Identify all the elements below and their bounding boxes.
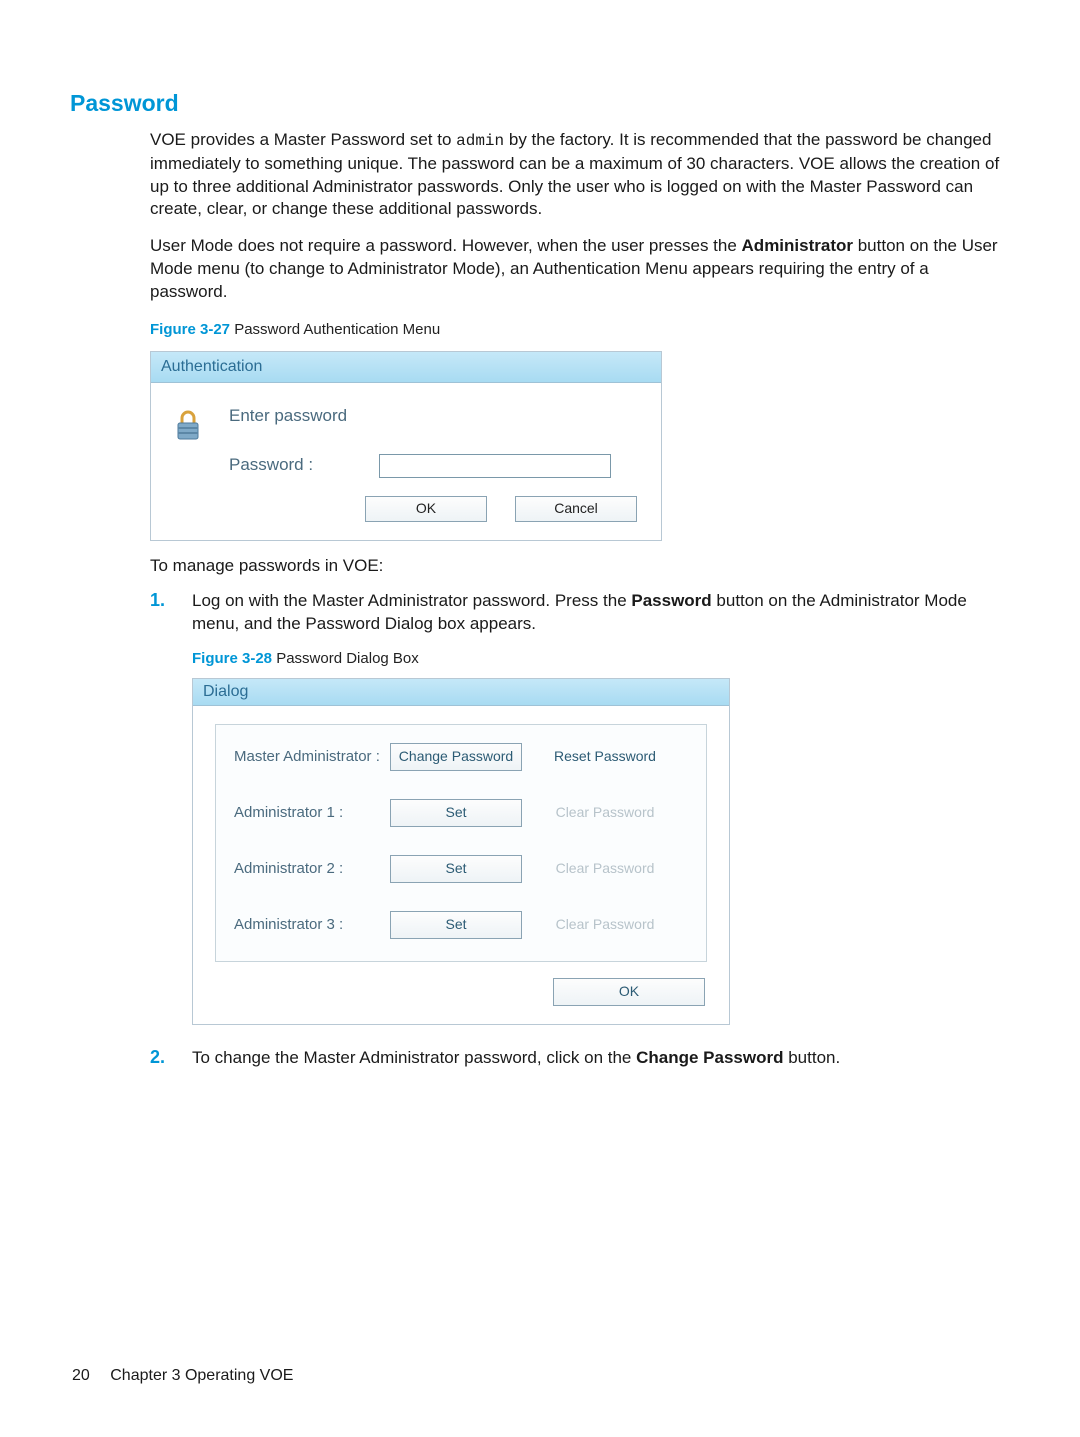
- step2-bold: Change Password: [636, 1048, 783, 1067]
- clear-password-button: Clear Password: [540, 912, 670, 938]
- authentication-dialog: Authentication Enter password Password :: [150, 351, 662, 541]
- dialog-row-admin2: Administrator 2 : Set Clear Password: [216, 841, 706, 897]
- chapter-label: Chapter 3 Operating VOE: [110, 1367, 293, 1384]
- lock-icon: [173, 405, 211, 478]
- para2-bold: Administrator: [742, 236, 853, 255]
- dialog-row-master: Master Administrator : Change Password R…: [216, 729, 706, 785]
- dialog-inner: Master Administrator : Change Password R…: [215, 724, 707, 962]
- dialog-title: Dialog: [193, 679, 729, 706]
- step1-bold: Password: [631, 591, 711, 610]
- ok-button[interactable]: OK: [365, 496, 487, 522]
- password-label: Password :: [229, 454, 379, 477]
- manage-line: To manage passwords in VOE:: [150, 555, 1010, 578]
- set-button[interactable]: Set: [390, 855, 522, 883]
- clear-password-button: Clear Password: [540, 856, 670, 882]
- dialog-ok-button[interactable]: OK: [553, 978, 705, 1006]
- figure-3-28-caption: Figure 3-28 Password Dialog Box: [192, 648, 1010, 668]
- figure-3-27-caption: Figure 3-27 Password Authentication Menu: [150, 318, 1010, 341]
- row-label: Administrator 1 :: [234, 804, 390, 821]
- section-heading: Password: [70, 90, 1010, 117]
- cancel-button[interactable]: Cancel: [515, 496, 637, 522]
- para1-a: VOE provides a Master Password set to: [150, 130, 456, 149]
- dialog-row-admin3: Administrator 3 : Set Clear Password: [216, 897, 706, 953]
- step-2-text: To change the Master Administrator passw…: [192, 1047, 1010, 1070]
- password-input[interactable]: [379, 454, 611, 478]
- step1-a: Log on with the Master Administrator pas…: [192, 591, 631, 610]
- clear-password-button: Clear Password: [540, 800, 670, 826]
- step2-a: To change the Master Administrator passw…: [192, 1048, 636, 1067]
- set-button[interactable]: Set: [390, 799, 522, 827]
- auth-title: Authentication: [151, 352, 661, 383]
- dialog-row-admin1: Administrator 1 : Set Clear Password: [216, 785, 706, 841]
- step-1-text: Log on with the Master Administrator pas…: [192, 590, 1010, 636]
- change-password-button[interactable]: Change Password: [390, 743, 522, 771]
- fig27-title: Password Authentication Menu: [230, 321, 440, 338]
- code-admin: admin: [456, 132, 504, 150]
- set-button[interactable]: Set: [390, 911, 522, 939]
- fig27-cap: Figure 3-27: [150, 321, 230, 338]
- auth-prompt: Enter password: [229, 405, 639, 428]
- para2-a: User Mode does not require a password. H…: [150, 236, 742, 255]
- reset-password-button[interactable]: Reset Password: [540, 744, 670, 770]
- fig28-cap: Figure 3-28: [192, 650, 272, 667]
- row-label: Administrator 2 :: [234, 860, 390, 877]
- step2-b: button.: [783, 1048, 840, 1067]
- step-1-number: 1.: [150, 590, 192, 636]
- page-footer: 20 Chapter 3 Operating VOE: [72, 1367, 293, 1385]
- fig28-title: Password Dialog Box: [272, 650, 419, 667]
- password-dialog: Dialog Master Administrator : Change Pas…: [192, 678, 730, 1025]
- paragraph-1: VOE provides a Master Password set to ad…: [150, 129, 1010, 221]
- row-label: Master Administrator :: [234, 748, 390, 765]
- page-number: 20: [72, 1367, 90, 1384]
- row-label: Administrator 3 :: [234, 916, 390, 933]
- step-2-number: 2.: [150, 1047, 192, 1070]
- paragraph-2: User Mode does not require a password. H…: [150, 235, 1010, 304]
